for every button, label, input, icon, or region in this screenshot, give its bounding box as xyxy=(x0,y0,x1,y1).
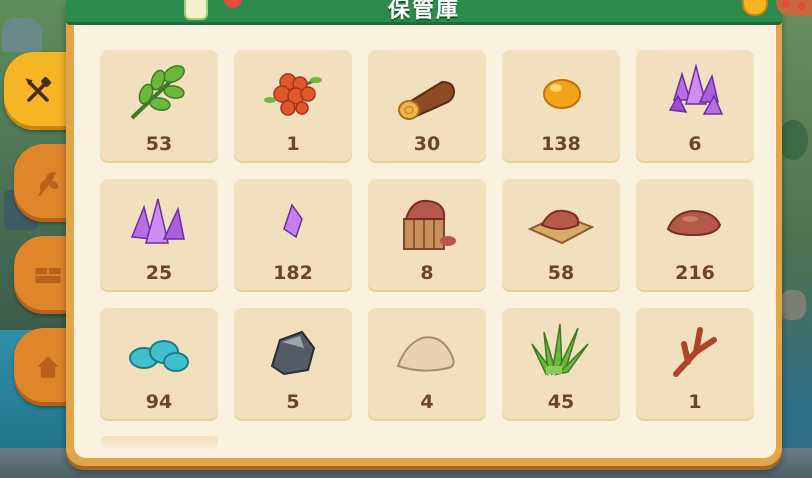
item-slot[interactable]: 1 xyxy=(234,50,352,163)
grass-bundle-icon xyxy=(531,323,589,377)
item-count: 182 xyxy=(273,262,313,284)
clay-crate-icon xyxy=(403,199,456,250)
item-slot[interactable]: 182 xyxy=(234,179,352,292)
item-count: 30 xyxy=(413,133,441,155)
item-count: 1 xyxy=(688,391,702,413)
item-count: 53 xyxy=(145,133,173,155)
wood-log-icon xyxy=(398,80,456,120)
item-count: 58 xyxy=(547,262,575,284)
item-count: 94 xyxy=(145,391,173,413)
item-slot[interactable]: 94 xyxy=(100,308,218,421)
clay-pile-icon xyxy=(666,209,722,237)
item-slot[interactable]: 4 xyxy=(368,308,486,421)
coral-branch-icon xyxy=(673,327,717,377)
item-count: 1 xyxy=(286,133,300,155)
item-count: 45 xyxy=(547,391,575,413)
item-count: 4 xyxy=(420,391,434,413)
brick-icon xyxy=(35,267,61,284)
purple-crystal-cluster-icon xyxy=(668,63,724,115)
item-slot[interactable]: 58 xyxy=(502,179,620,292)
tree xyxy=(778,120,808,160)
page-title: 保管庫 xyxy=(387,0,460,23)
item-grid: 53 1 30 138 6 25 182 8 58 216 94 5 4 45 … xyxy=(100,50,754,421)
house-icon xyxy=(37,356,59,378)
item-count: 138 xyxy=(541,133,581,155)
leaf-sprig-icon xyxy=(130,65,185,120)
purple-crystals-icon xyxy=(130,198,185,244)
rock xyxy=(780,290,806,320)
item-slot[interactable]: 30 xyxy=(368,50,486,163)
item-count: 8 xyxy=(420,262,434,284)
item-slot[interactable]: 1 xyxy=(636,308,754,421)
sand-pile-icon xyxy=(396,336,455,372)
item-slot[interactable]: 5 xyxy=(234,308,352,421)
berries-icon xyxy=(264,73,322,116)
coal-rock-icon xyxy=(270,330,316,376)
item-count: 25 xyxy=(145,262,173,284)
item-count: 216 xyxy=(675,262,715,284)
item-slot[interactable]: 216 xyxy=(636,179,754,292)
item-slot[interactable]: 25 xyxy=(100,179,218,292)
purple-shard-icon xyxy=(283,203,303,239)
item-slot[interactable]: 45 xyxy=(502,308,620,421)
item-slot[interactable]: 53 xyxy=(100,50,218,163)
panel-header: 保管庫 xyxy=(66,0,812,25)
wheat-icon xyxy=(37,171,59,197)
item-slot[interactable]: 138 xyxy=(502,50,620,163)
item-count: 5 xyxy=(286,391,300,413)
amber-drop-icon xyxy=(543,79,581,109)
hut-roof xyxy=(2,18,42,52)
item-count: 6 xyxy=(688,133,702,155)
clay-slab-icon xyxy=(527,209,595,245)
blue-ore-icon xyxy=(129,340,189,372)
item-slot[interactable]: 6 xyxy=(636,50,754,163)
item-slot-partial[interactable] xyxy=(100,436,218,448)
cookie-decoration xyxy=(776,0,812,16)
hammer-shovel-icon xyxy=(25,77,52,102)
item-slot[interactable]: 8 xyxy=(368,179,486,292)
